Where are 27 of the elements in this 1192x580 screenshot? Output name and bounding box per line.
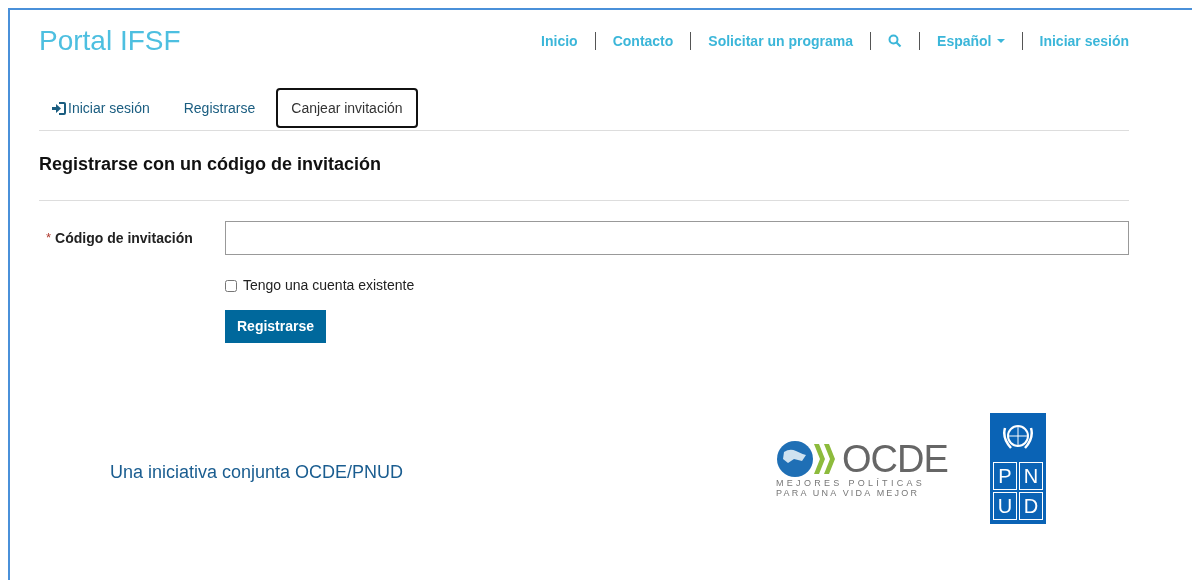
checkbox-label: Tengo una cuenta existente [243,276,415,295]
footer-text: Una iniciativa conjunta OCDE/PNUD [110,461,405,484]
logo-letter: U [993,492,1017,520]
nav-link[interactable]: Contacto [612,30,674,52]
nav-link[interactable]: Inicio [541,30,578,52]
caret-icon [996,39,1005,43]
nav-link[interactable]: Iniciar sesión [1039,30,1129,52]
field-label: Código de invitación [55,228,193,248]
logo-tagline: PARA UNA VIDA MEJOR [776,487,921,498]
site-title[interactable]: Portal IFSF [39,27,181,55]
tab[interactable]: Registrarse [170,88,269,128]
required-mark: * [46,229,52,248]
logo-wordmark: OCDE [842,439,948,478]
checkbox[interactable] [225,279,237,292]
sign-in-icon [52,101,66,115]
logo-letter: D [1019,492,1043,520]
logo-letter: P [993,462,1017,490]
language-dropdown[interactable]: Español [937,30,1005,52]
logo-tagline: MEJORES POLÍTICAS [776,477,927,488]
search-icon[interactable] [888,34,903,48]
nav-link[interactable]: Solicitar un programa [708,30,854,52]
logo-letter: N [1019,462,1043,490]
page-heading: Registrarse con un código de invitación [39,153,383,176]
register-button[interactable]: Registrarse [225,310,327,343]
tab[interactable]: Canjear invitación [276,88,418,128]
tab[interactable]: Iniciar sesión [39,88,163,128]
input-field[interactable] [225,221,1129,255]
